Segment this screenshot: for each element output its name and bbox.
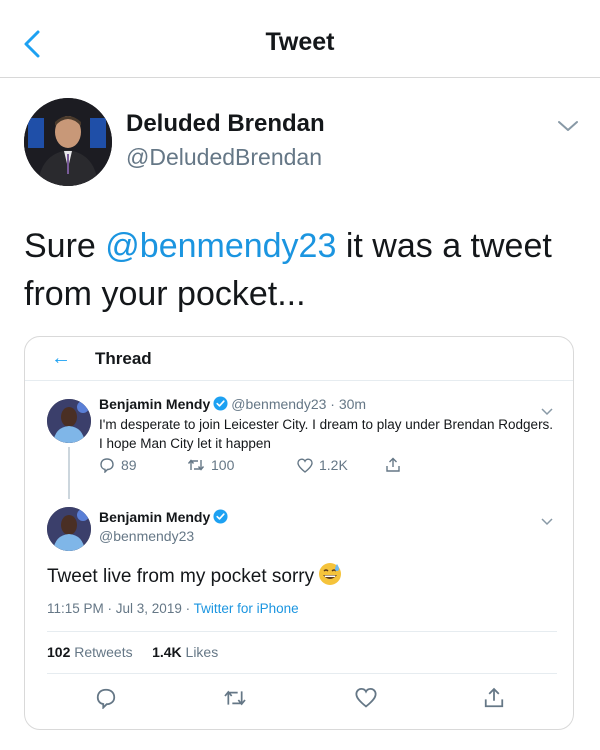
- tweet-options-button[interactable]: [556, 118, 580, 134]
- divider: [47, 631, 557, 632]
- top-navigation-bar: Tweet: [0, 6, 600, 78]
- verified-badge-icon: [213, 396, 228, 411]
- tweet-actions: [25, 687, 573, 711]
- tweet-text-before: Sure: [24, 227, 106, 265]
- retweet-total: 102: [47, 644, 71, 660]
- chevron-down-icon: [558, 121, 578, 131]
- tweet-body: Sure @benmendy23 it was a tweet from you…: [24, 222, 579, 318]
- like-button[interactable]: 1.2K: [297, 457, 348, 473]
- share-button[interactable]: [483, 687, 505, 714]
- user-name[interactable]: Benjamin Mendy: [99, 396, 210, 412]
- reply-count: 89: [121, 457, 137, 473]
- thread-connector: [68, 447, 70, 499]
- heart-icon: [297, 457, 313, 473]
- likes-stat[interactable]: 1.4K Likes: [152, 644, 218, 660]
- retweets-stat[interactable]: 102 Retweets: [47, 644, 133, 660]
- like-button[interactable]: [355, 687, 377, 713]
- chevron-down-icon: [541, 518, 553, 526]
- embedded-thread-header: ← Thread: [25, 337, 573, 381]
- page-title: Tweet: [265, 28, 335, 56]
- verified-badge-icon: [213, 509, 228, 524]
- retweet-button[interactable]: [223, 687, 247, 714]
- tweet-source-link[interactable]: Twitter for iPhone: [194, 601, 299, 616]
- retweet-icon: [187, 459, 205, 471]
- share-icon: [484, 687, 504, 708]
- tweet-options-button[interactable]: [541, 513, 553, 526]
- embedded-screenshot[interactable]: ← Thread Benjamin Mendy @benmendy23 · 30m…: [24, 336, 574, 730]
- avatar[interactable]: [47, 507, 91, 551]
- divider: [47, 673, 557, 674]
- like-total: 1.4K: [152, 644, 182, 660]
- reply-button[interactable]: 89: [99, 457, 137, 473]
- tweet-author: Deluded Brendan @DeludedBrendan: [24, 98, 584, 188]
- author-handle[interactable]: @DeludedBrendan: [126, 144, 322, 171]
- mention-link[interactable]: @benmendy23: [105, 227, 336, 265]
- grinning-sweat-emoji-icon: [319, 563, 342, 585]
- tweet-header: Benjamin Mendy: [99, 509, 231, 525]
- arrow-left-icon[interactable]: ←: [51, 347, 71, 370]
- retweet-count: 100: [211, 457, 235, 473]
- tweet-actions: 89 100 1.2K: [99, 457, 401, 477]
- retweets-label: Retweets: [74, 644, 133, 660]
- tweet-text: I'm desperate to join Leicester City. I …: [99, 417, 554, 451]
- tweet-text-row: Tweet live from my pocket sorry: [47, 562, 342, 588]
- author-name[interactable]: Deluded Brendan: [126, 110, 325, 138]
- timestamp-text: 11:15 PM · Jul 3, 2019 ·: [47, 601, 194, 616]
- share-icon: [386, 457, 400, 472]
- tweet-text: Tweet live from my pocket sorry: [47, 566, 315, 587]
- heart-icon: [355, 687, 377, 708]
- avatar[interactable]: [47, 399, 91, 443]
- reply-icon: [100, 458, 114, 473]
- embedded-header-title: Thread: [95, 349, 152, 368]
- reply-button[interactable]: [95, 687, 117, 714]
- reply-icon: [96, 688, 116, 710]
- likes-label: Likes: [185, 644, 219, 660]
- tweet-timestamp: 11:15 PM · Jul 3, 2019 · Twitter for iPh…: [47, 601, 299, 616]
- retweet-button[interactable]: 100: [187, 457, 234, 473]
- avatar[interactable]: [24, 98, 112, 186]
- handle-and-time: @benmendy23 · 30m: [231, 396, 367, 412]
- like-count: 1.2K: [319, 457, 348, 473]
- tweet-header: Benjamin Mendy @benmendy23 · 30m: [99, 396, 366, 412]
- retweet-icon: [224, 690, 246, 706]
- user-handle[interactable]: @benmendy23: [99, 528, 194, 544]
- tweet-stats: 102 Retweets 1.4K Likes: [47, 644, 218, 660]
- share-button[interactable]: [385, 457, 401, 473]
- tweet-options-button[interactable]: [541, 403, 553, 416]
- user-name[interactable]: Benjamin Mendy: [99, 509, 210, 525]
